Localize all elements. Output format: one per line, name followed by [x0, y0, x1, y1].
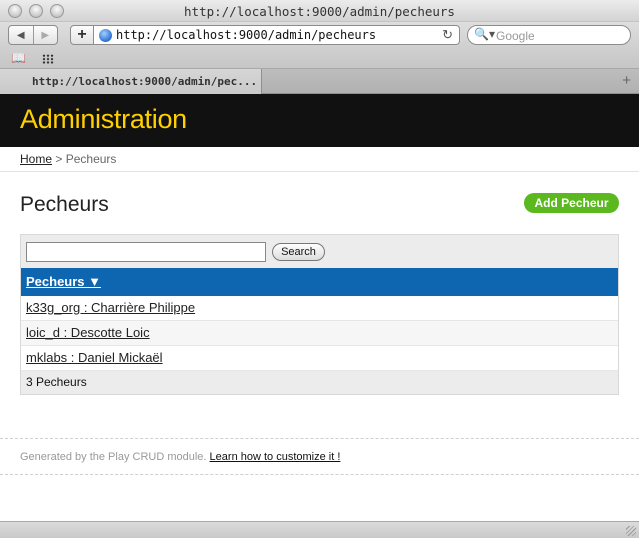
list-header: Pecheurs ▼ [21, 268, 618, 296]
nav-buttons: ◀ ▶ [8, 25, 58, 45]
footer-text: Generated by the Play CRUD module. [20, 451, 207, 463]
window-titlebar: http://localhost:9000/admin/pecheurs [0, 0, 639, 22]
search-icon[interactable]: 🔍▾ [474, 27, 495, 41]
breadcrumb-home-link[interactable]: Home [20, 152, 52, 166]
footer-divider-bottom [0, 474, 639, 475]
forward-arrow-icon: ▶ [41, 29, 50, 41]
add-pecheur-button[interactable]: Add Pecheur [524, 193, 619, 213]
reload-icon[interactable]: ↻ [442, 27, 453, 43]
bookmarks-bar: 📖 [0, 49, 639, 69]
site-title: Administration [20, 104, 187, 134]
pecheur-link[interactable]: k33g_org : Charrière Philippe [26, 300, 195, 315]
book-icon[interactable]: 📖 [11, 51, 26, 65]
list-item: loic_d : Descotte Loic [21, 321, 618, 346]
tab-active[interactable]: http://localhost:9000/admin/pec... [0, 69, 262, 94]
footer: Generated by the Play CRUD module. Learn… [20, 451, 340, 463]
forward-button[interactable]: ▶ [32, 26, 58, 44]
search-button[interactable]: Search [272, 243, 325, 261]
search-input[interactable] [26, 242, 266, 262]
list-item: k33g_org : Charrière Philippe [21, 296, 618, 321]
admin-header: Administration [0, 94, 639, 147]
pecheur-link[interactable]: mklabs : Daniel Mickaël [26, 350, 163, 365]
page-title: Pecheurs [20, 193, 109, 216]
back-button[interactable]: ◀ [9, 26, 33, 44]
status-bar [0, 521, 639, 538]
add-bookmark-button[interactable]: + [70, 25, 94, 45]
window-title: http://localhost:9000/admin/pecheurs [184, 4, 455, 19]
search-row: Search [21, 235, 618, 268]
record-count: 3 Pecheurs [21, 371, 618, 394]
list-item: mklabs : Daniel Mickaël [21, 346, 618, 371]
customize-link[interactable]: Learn how to customize it ! [210, 451, 341, 463]
web-search-placeholder: Google [496, 29, 535, 43]
breadcrumb-current: Pecheurs [65, 152, 117, 166]
back-arrow-icon: ◀ [16, 29, 25, 41]
new-tab-icon[interactable]: + [622, 72, 631, 89]
footer-divider-top [0, 438, 639, 439]
globe-icon [99, 29, 112, 42]
resize-grip-icon[interactable] [626, 526, 636, 536]
tab-bar: http://localhost:9000/admin/pec... + [0, 69, 639, 94]
pecheur-link[interactable]: loic_d : Descotte Loic [26, 325, 150, 340]
url-text[interactable]: http://localhost:9000/admin/pecheurs [116, 28, 376, 42]
browser-toolbar: ◀ ▶ + http://localhost:9000/admin/pecheu… [0, 22, 639, 49]
breadcrumb-separator: > [55, 152, 63, 166]
top-sites-grid-icon[interactable] [42, 54, 54, 64]
breadcrumb-divider [0, 171, 639, 172]
web-search-field[interactable]: 🔍▾ Google [467, 25, 631, 45]
crud-list-panel: Search Pecheurs ▼ k33g_org : Charrière P… [20, 234, 619, 395]
pecheur-list: k33g_org : Charrière Philippe loic_d : D… [21, 296, 618, 371]
breadcrumb: Home > Pecheurs [20, 152, 116, 166]
sort-pecheurs-link[interactable]: Pecheurs ▼ [26, 274, 101, 289]
address-bar[interactable]: http://localhost:9000/admin/pecheurs ↻ [94, 25, 460, 45]
plus-icon: + [77, 26, 87, 43]
